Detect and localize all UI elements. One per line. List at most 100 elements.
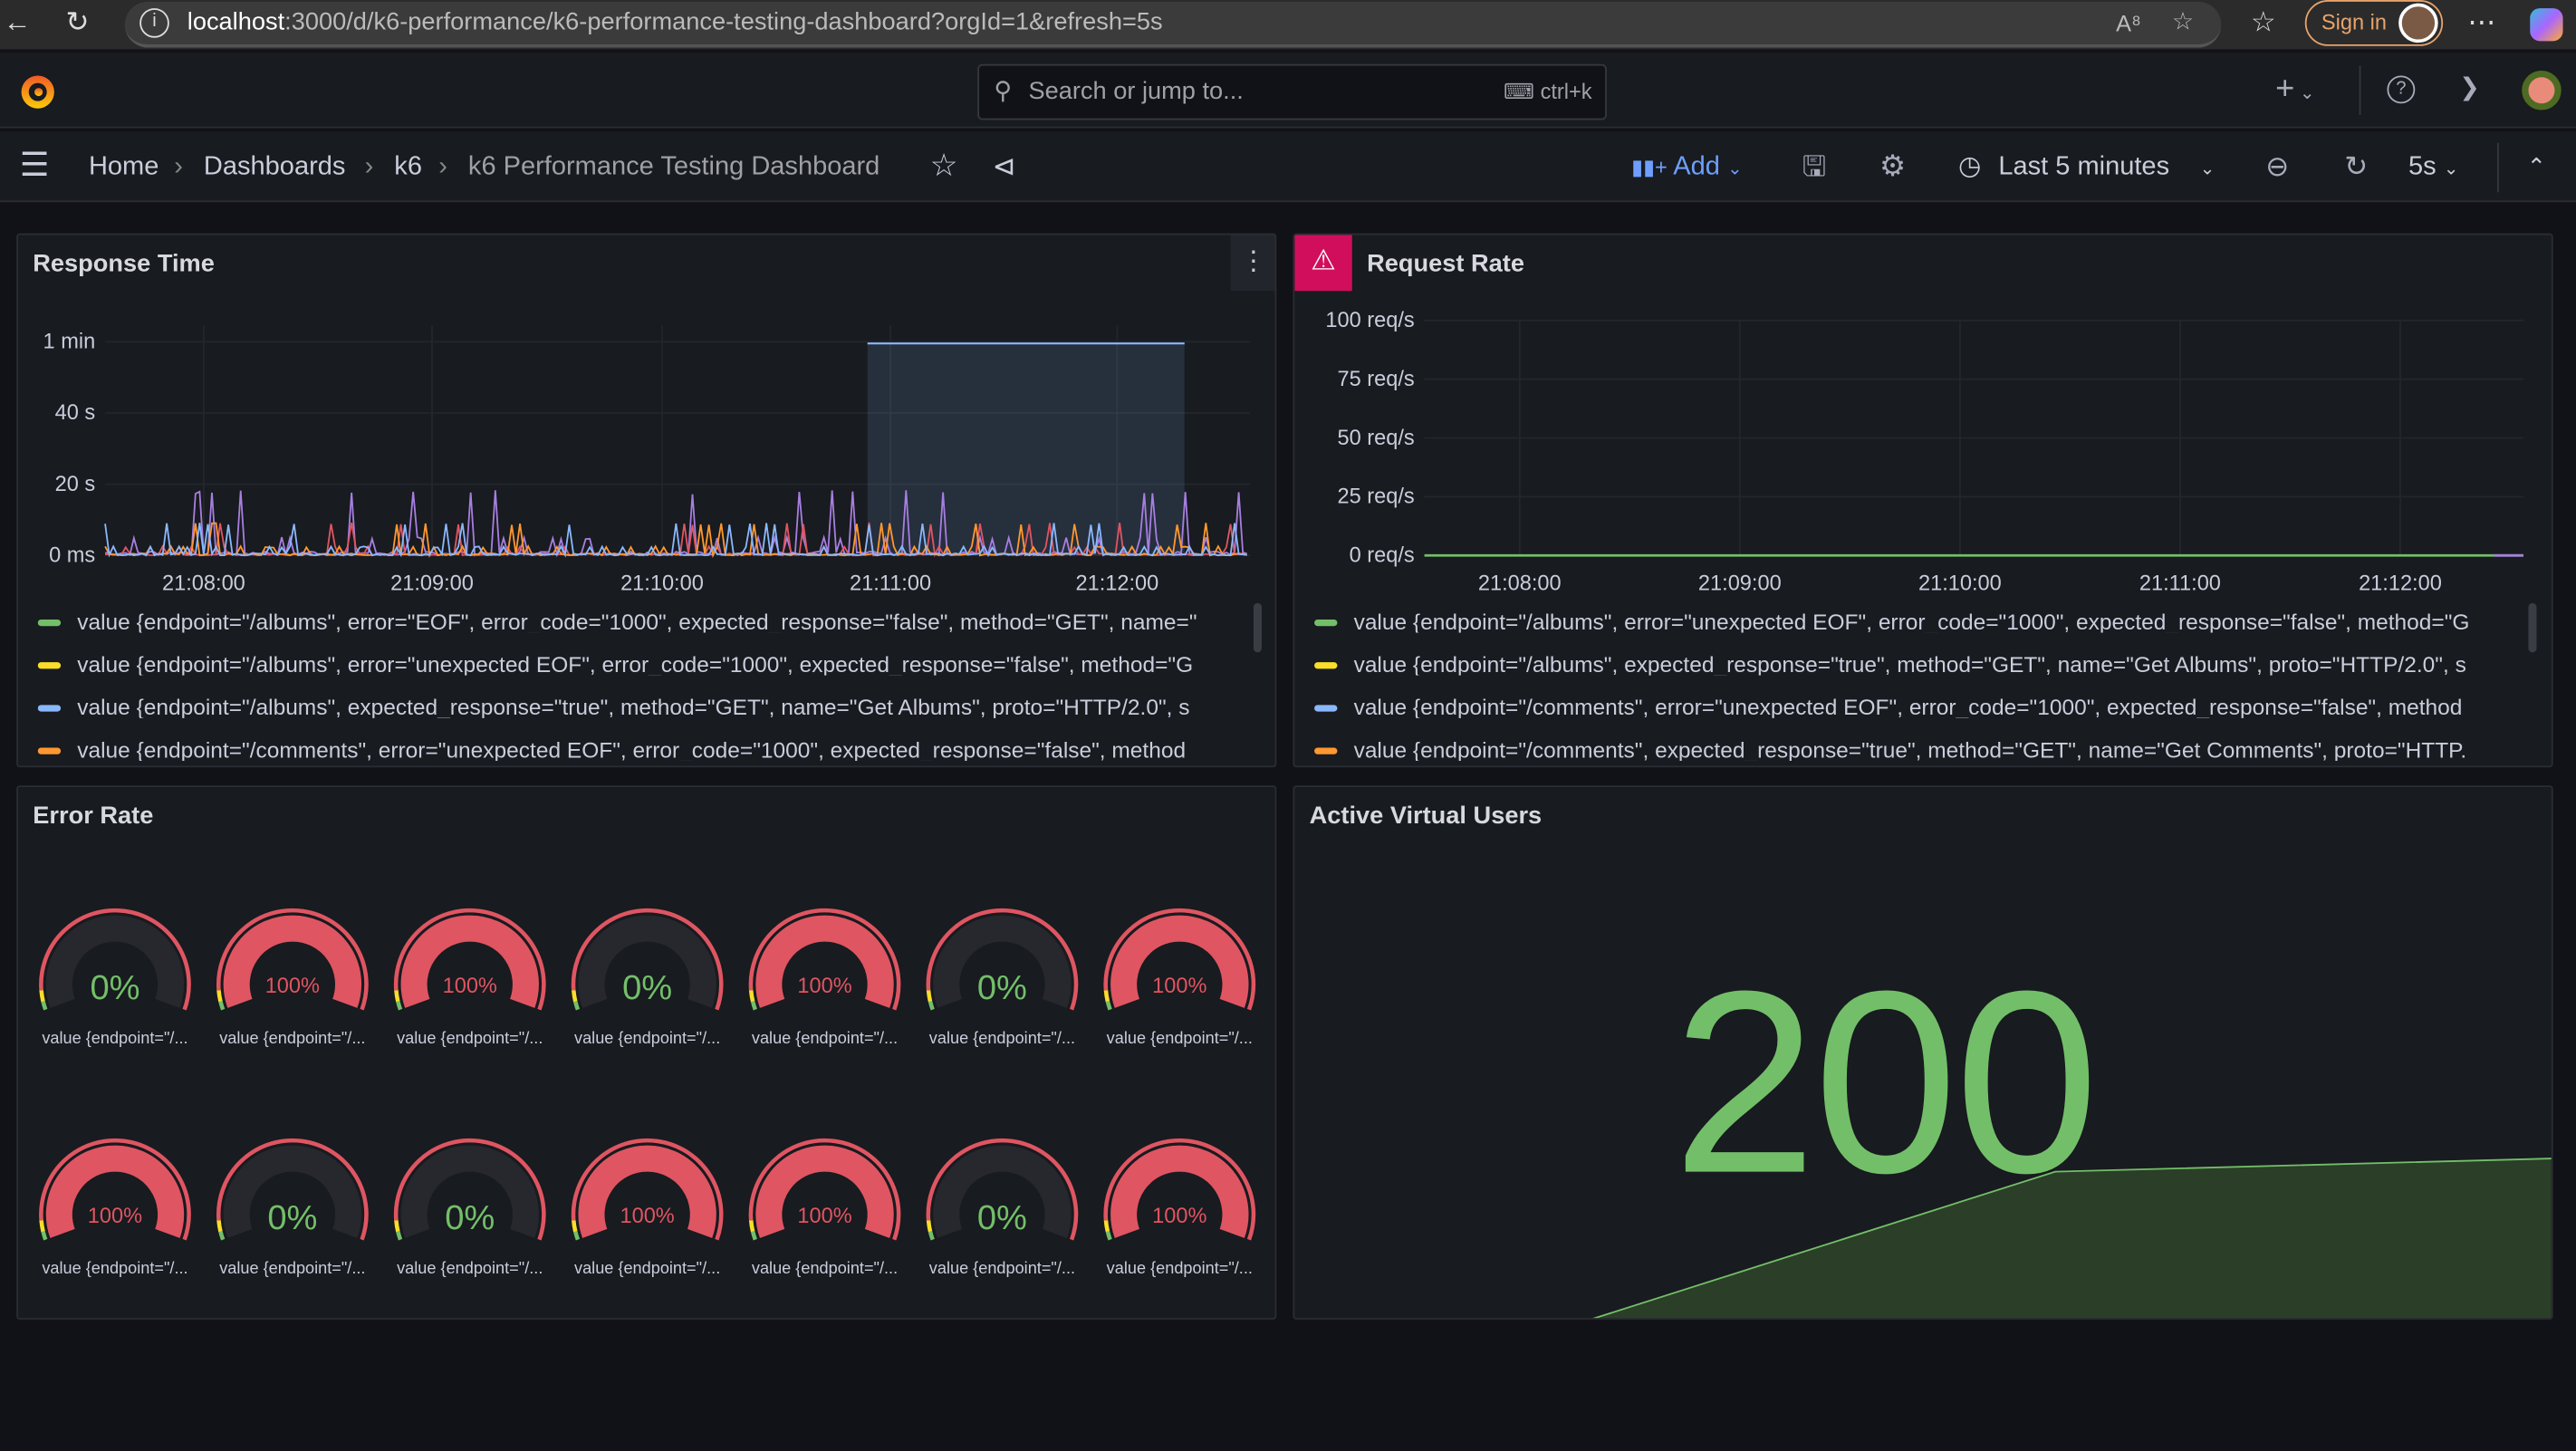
- gauge-threshold-yellow: [39, 1220, 45, 1233]
- save-icon[interactable]: 🖫: [1802, 131, 1826, 202]
- gauge-threshold-yellow: [1103, 1220, 1110, 1233]
- back-icon[interactable]: ←: [4, 0, 32, 46]
- breadcrumb-dashboards[interactable]: Dashboards: [204, 131, 345, 202]
- legend-item[interactable]: value {endpoint="/albums", error="unexpe…: [1314, 610, 2538, 633]
- gauge-threshold-green: [928, 1001, 935, 1011]
- zoom-out-icon[interactable]: ⊖: [2265, 131, 2289, 202]
- legend-item[interactable]: value {endpoint="/comments", error="unex…: [1314, 695, 2538, 718]
- help-icon[interactable]: ?: [2387, 75, 2416, 104]
- search-placeholder: Search or jump to...: [1028, 77, 1244, 106]
- user-avatar[interactable]: [2522, 71, 2562, 111]
- y-tick-label: 40 s: [55, 400, 96, 424]
- gauge-label: value {endpoint="/...: [1106, 1260, 1253, 1279]
- y-tick-label: 20 s: [55, 472, 96, 495]
- favorites-icon[interactable]: ☆: [2251, 0, 2276, 46]
- legend-item[interactable]: value {endpoint="/albums", expected_resp…: [1314, 652, 2538, 676]
- gauge-threshold-green: [750, 1231, 757, 1241]
- breadcrumb-k6[interactable]: k6: [394, 131, 422, 202]
- browser-toolbar: ← ↻ i localhost:3000/d/k6-performance/k6…: [0, 0, 2576, 50]
- request-rate-panel: ⚠ Request Rate 0 req/s 25 req/s 50 req/s 75…: [1293, 233, 2553, 768]
- x-tick-label: 21:10:00: [1918, 571, 2002, 594]
- legend-label: value {endpoint="/albums", error="unexpe…: [1353, 610, 2470, 633]
- copilot-icon[interactable]: [2530, 8, 2563, 42]
- menu-hamburger-icon[interactable]: ☰: [20, 131, 50, 202]
- settings-gear-icon[interactable]: ⚙: [1879, 131, 1906, 202]
- request-rate-chart: 0 req/s 25 req/s 50 req/s 75 req/s 100 req/s…: [1325, 308, 2523, 594]
- response-time-panel: Response Time ⋮ 0 ms 20 s 40 s1 min 21:08:0…: [16, 233, 1277, 768]
- gauge-threshold-yellow: [926, 1220, 933, 1233]
- read-aloud-icon[interactable]: A⁸: [2116, 0, 2141, 46]
- gauge-label: value {endpoint="/...: [42, 1030, 188, 1049]
- gauge-threshold-yellow: [216, 990, 223, 1003]
- profile-avatar: [2398, 3, 2438, 43]
- star-icon[interactable]: ☆: [930, 131, 958, 202]
- gauge-value: 0%: [977, 1199, 1027, 1237]
- x-tick-label: 21:12:00: [1075, 571, 1158, 594]
- legend-item[interactable]: value {endpoint="/comments", expected_re…: [1314, 738, 2538, 761]
- legend-swatch: [1314, 748, 1338, 755]
- gauge-threshold-green: [573, 1231, 581, 1241]
- gauge-label: value {endpoint="/...: [751, 1030, 899, 1049]
- sign-in-button[interactable]: Sign in: [2304, 0, 2444, 46]
- x-tick-label: 21:08:00: [1478, 571, 1562, 594]
- y-tick-label: 0 req/s: [1350, 543, 1415, 566]
- news-rss-icon[interactable]: ❯: [2459, 72, 2480, 102]
- legend-label: value {endpoint="/albums", expected_resp…: [77, 695, 1190, 718]
- breadcrumb-separator: ›: [438, 152, 447, 181]
- gauge-threshold-yellow: [394, 990, 400, 1003]
- gauge: 100%: [39, 1138, 191, 1241]
- gauge-value: 0%: [977, 969, 1027, 1007]
- time-picker[interactable]: ◷ Last 5 minutes ⌄: [1958, 131, 2215, 206]
- breadcrumb-home[interactable]: Home: [89, 131, 159, 202]
- active-vus-value: 200: [1672, 937, 2099, 1228]
- reload-icon[interactable]: ↻: [66, 0, 90, 46]
- top-nav: ⚲ Search or jump to... ⌨ ctrl+k + ⌄ ? ❯: [0, 53, 2576, 129]
- x-tick-label: 21:09:00: [1698, 571, 1782, 594]
- gauge-threshold-yellow: [572, 990, 578, 1003]
- share-icon[interactable]: ⊲: [993, 131, 1016, 202]
- highlight-area: [867, 343, 1185, 556]
- grafana-logo-icon[interactable]: [16, 69, 59, 111]
- shortcut-label: ctrl+k: [1540, 79, 1592, 104]
- legend-item[interactable]: value {endpoint="/albums", error="unexpe…: [37, 652, 1262, 676]
- gauge-threshold-green: [41, 1231, 48, 1241]
- search-icon: ⚲: [994, 77, 1013, 106]
- address-bar[interactable]: i localhost:3000/d/k6-performance/k6-per…: [124, 0, 2222, 48]
- divider: [2359, 65, 2361, 116]
- x-tick-label: 21:09:00: [390, 571, 474, 594]
- gauge-value: 0%: [622, 969, 672, 1007]
- search-input[interactable]: ⚲ Search or jump to... ⌨ ctrl+k: [977, 63, 1607, 120]
- add-panel-icon: ▮▮+: [1631, 154, 1668, 179]
- favorite-star-icon[interactable]: ☆: [2172, 0, 2194, 46]
- gauge-threshold-yellow: [748, 990, 755, 1003]
- y-tick-label: 0 ms: [49, 543, 95, 566]
- refresh-icon[interactable]: ↻: [2344, 131, 2368, 202]
- legend-item[interactable]: value {endpoint="/albums", expected_resp…: [37, 695, 1262, 718]
- legend-item[interactable]: value {endpoint="/comments", error="unex…: [37, 738, 1262, 761]
- collapse-chevron-up-icon[interactable]: ⌃: [2527, 131, 2546, 202]
- gauges: 0% 100% 100% 0% 100% 0% 100% 100% 0% 0% 100% 100% 0%…: [39, 908, 1256, 1241]
- gauge: 100%: [748, 908, 901, 1011]
- gauge-threshold-green: [41, 1001, 48, 1011]
- x-tick-label: 21:11:00: [850, 571, 931, 594]
- breadcrumb-current: k6 Performance Testing Dashboard: [467, 152, 880, 181]
- refresh-interval-picker[interactable]: 5s ⌄: [2408, 131, 2458, 206]
- breadcrumb-separator: ›: [364, 152, 374, 181]
- site-info-icon[interactable]: i: [139, 8, 169, 38]
- more-icon[interactable]: ⋯: [2467, 0, 2495, 46]
- gauge-threshold-green: [396, 1001, 403, 1011]
- time-range-label: Last 5 minutes: [1998, 152, 2170, 181]
- gauge-threshold-green: [1105, 1001, 1112, 1011]
- gauge-threshold-green: [218, 1001, 226, 1011]
- gauge-label: value {endpoint="/...: [574, 1030, 721, 1049]
- gauge-value: 100%: [620, 1204, 674, 1227]
- legend-swatch: [1314, 620, 1338, 628]
- new-plus-icon[interactable]: + ⌄: [2275, 71, 2314, 109]
- add-button[interactable]: ▮▮+ Add ⌄: [1631, 131, 1743, 206]
- legend-item[interactable]: value {endpoint="/albums", error="EOF", …: [37, 610, 1262, 633]
- gauge: 0%: [571, 908, 724, 1011]
- legend-swatch: [37, 706, 62, 713]
- breadcrumb-separator: ›: [174, 152, 183, 181]
- gauge: 100%: [1103, 1138, 1256, 1241]
- x-tick-label: 21:10:00: [620, 571, 704, 594]
